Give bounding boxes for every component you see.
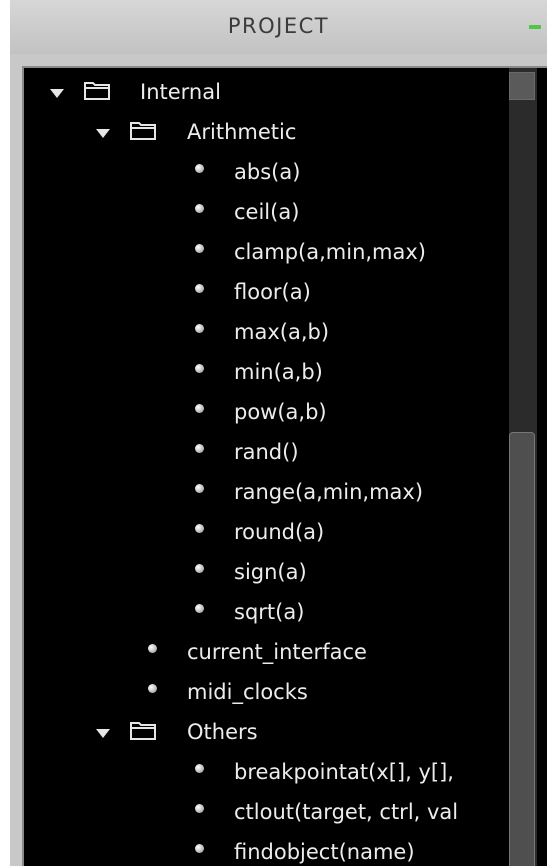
- tree-leaf-label: rand(): [234, 440, 299, 464]
- bullet-icon: [195, 164, 204, 173]
- project-tree[interactable]: Internal Arithmetic abs(a) ceil(a) clamp…: [22, 66, 547, 866]
- tree-leaf-clamp[interactable]: clamp(a,min,max): [24, 234, 504, 270]
- bullet-icon: [195, 324, 204, 333]
- tree-leaf-label: max(a,b): [234, 320, 330, 344]
- panel-title-bar[interactable]: PROJECT: [10, 0, 547, 54]
- bullet-icon: [195, 284, 204, 293]
- tree-leaf-label: pow(a,b): [234, 400, 327, 424]
- tree-leaf-abs[interactable]: abs(a): [24, 154, 504, 190]
- expand-arrow-icon[interactable]: [96, 729, 110, 738]
- tree-node-label: Arithmetic: [187, 120, 297, 144]
- tree-leaf-rand[interactable]: rand(): [24, 434, 504, 470]
- bullet-icon: [195, 604, 204, 613]
- bullet-icon: [195, 764, 204, 773]
- tree-leaf-midi-clocks[interactable]: midi_clocks: [24, 674, 504, 710]
- bullet-icon: [195, 204, 204, 213]
- tree-leaf-current-interface[interactable]: current_interface: [24, 634, 504, 670]
- tree-leaf-label: clamp(a,min,max): [234, 240, 426, 264]
- tree-leaf-label: sign(a): [234, 560, 307, 584]
- tree-leaf-label: ceil(a): [234, 200, 300, 224]
- tree-leaf-ceil[interactable]: ceil(a): [24, 194, 504, 230]
- tree-node-arithmetic[interactable]: Arithmetic: [24, 114, 504, 150]
- tree-leaf-sqrt[interactable]: sqrt(a): [24, 594, 504, 630]
- tree-leaf-round[interactable]: round(a): [24, 514, 504, 550]
- tree-leaf-range[interactable]: range(a,min,max): [24, 474, 504, 510]
- scrollbar-thumb[interactable]: [509, 432, 535, 866]
- tree-leaf-ctlout[interactable]: ctlout(target, ctrl, val: [24, 794, 511, 830]
- panel-edge: [0, 0, 10, 866]
- tree-leaf-label: midi_clocks: [187, 680, 308, 704]
- bullet-icon: [195, 404, 204, 413]
- bullet-icon: [195, 244, 204, 253]
- tree-leaf-label: abs(a): [234, 160, 301, 184]
- tree-leaf-findobject[interactable]: findobject(name): [24, 834, 511, 866]
- folder-icon: [130, 122, 156, 140]
- bullet-icon: [195, 564, 204, 573]
- bullet-icon: [195, 804, 204, 813]
- bullet-icon: [148, 684, 157, 693]
- tree-leaf-breakpointat[interactable]: breakpointat(x[], y[],: [24, 754, 511, 790]
- expand-arrow-icon[interactable]: [50, 89, 64, 98]
- tree-leaf-label: breakpointat(x[], y[],: [234, 760, 454, 784]
- project-panel: PROJECT Internal Arithmetic abs(a) ceil(…: [0, 0, 547, 866]
- tree-node-internal[interactable]: Internal: [24, 74, 504, 110]
- tree-leaf-sign[interactable]: sign(a): [24, 554, 504, 590]
- bullet-icon: [148, 644, 157, 653]
- folder-icon: [130, 722, 156, 740]
- panel-title: PROJECT: [227, 14, 330, 38]
- bullet-icon: [195, 364, 204, 373]
- tree-node-label: Others: [187, 720, 258, 744]
- bullet-icon: [195, 484, 204, 493]
- tree-leaf-label: min(a,b): [234, 360, 323, 384]
- tree-leaf-label: findobject(name): [234, 840, 415, 864]
- tree-leaf-label: ctlout(target, ctrl, val: [234, 800, 459, 824]
- tree-leaf-label: current_interface: [187, 640, 367, 664]
- bullet-icon: [195, 524, 204, 533]
- folder-icon: [84, 82, 110, 100]
- tree-leaf-label: range(a,min,max): [234, 480, 424, 504]
- expand-arrow-icon[interactable]: [96, 129, 110, 138]
- minimize-indicator-icon[interactable]: [529, 25, 541, 29]
- tree-node-label: Internal: [140, 80, 221, 104]
- bullet-icon: [195, 844, 204, 853]
- tree-leaf-pow[interactable]: pow(a,b): [24, 394, 504, 430]
- tree-leaf-floor[interactable]: floor(a): [24, 274, 504, 310]
- tree-leaf-label: sqrt(a): [234, 600, 305, 624]
- tree-leaf-max[interactable]: max(a,b): [24, 314, 504, 350]
- scroll-up-button[interactable]: [509, 72, 535, 100]
- tree-leaf-min[interactable]: min(a,b): [24, 354, 504, 390]
- bullet-icon: [195, 444, 204, 453]
- tree-node-others[interactable]: Others: [24, 714, 504, 750]
- tree-leaf-label: round(a): [234, 520, 325, 544]
- tree-leaf-label: floor(a): [234, 280, 311, 304]
